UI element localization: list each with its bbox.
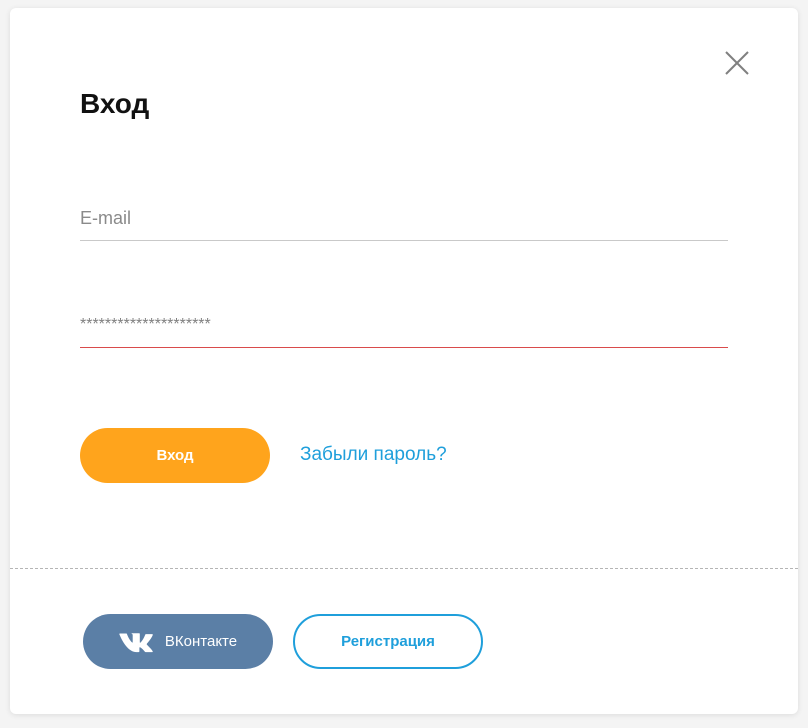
vk-button-label: ВКонтакте <box>164 633 238 650</box>
vk-icon <box>119 632 153 652</box>
close-button[interactable] <box>724 50 750 76</box>
section-divider <box>10 568 798 569</box>
login-button[interactable]: Вход <box>80 428 270 483</box>
login-modal: Вход Вход Забыли пароль? ВКонтакте Регис… <box>10 8 798 714</box>
register-button[interactable]: Регистрация <box>293 614 483 669</box>
email-field[interactable] <box>80 196 728 241</box>
password-field[interactable] <box>80 303 728 348</box>
close-icon <box>725 51 749 75</box>
vk-login-button[interactable]: ВКонтакте <box>83 614 273 669</box>
modal-title: Вход <box>80 88 150 119</box>
forgot-password-link[interactable]: Забыли пароль? <box>300 444 447 466</box>
